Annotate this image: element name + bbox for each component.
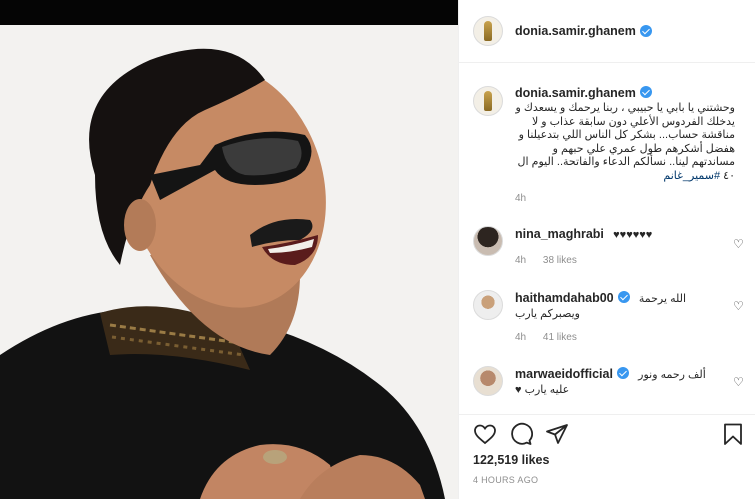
comment-text: ألف رحمه ونور bbox=[638, 369, 706, 381]
comment-like-icon[interactable]: ♡ bbox=[733, 300, 745, 312]
comment-likes[interactable]: 41 likes bbox=[543, 332, 577, 343]
comment-time: 4h bbox=[515, 332, 527, 343]
comment-row: nina_maghrabi ♥♥♥♥♥♥ 4h 38 likes ♡ bbox=[473, 226, 745, 276]
author-avatar[interactable] bbox=[473, 16, 503, 46]
comments-feed[interactable]: donia.samir.ghanem وحشتني يا بابي يا حبي… bbox=[459, 64, 755, 414]
save-bookmark-icon[interactable] bbox=[721, 422, 745, 446]
comment-like-icon[interactable]: ♡ bbox=[733, 238, 745, 250]
post-photo[interactable] bbox=[0, 0, 458, 499]
comment-username[interactable]: haithamdahab00 bbox=[515, 291, 614, 305]
caption-username[interactable]: donia.samir.ghanem bbox=[515, 86, 636, 100]
comment-text: الله يرحمة bbox=[638, 293, 687, 305]
comment-text-line2: ويصبركم يارب bbox=[515, 308, 580, 320]
likes-count[interactable]: 122,519 likes bbox=[473, 453, 549, 467]
comment-row: haithamdahab00 الله يرحمة ويصبركم يارب 4… bbox=[473, 290, 745, 352]
post-header: donia.samir.ghanem bbox=[459, 0, 755, 63]
share-icon[interactable] bbox=[545, 422, 569, 446]
comment-username[interactable]: nina_maghrabi bbox=[515, 227, 604, 241]
commenter-avatar[interactable] bbox=[473, 226, 503, 256]
comment-like-icon[interactable]: ♡ bbox=[733, 376, 745, 388]
comment-icon[interactable] bbox=[509, 422, 533, 446]
author-username[interactable]: donia.samir.ghanem bbox=[515, 24, 636, 38]
verified-badge-icon bbox=[639, 86, 652, 98]
post-sidebar: donia.samir.ghanem donia.samir.ghanem وح… bbox=[458, 0, 755, 499]
caption-meta: 4h bbox=[515, 193, 735, 204]
commenter-avatar[interactable] bbox=[473, 366, 503, 396]
comment-meta: 4h 41 likes bbox=[515, 332, 735, 343]
author-avatar-small[interactable] bbox=[473, 86, 503, 116]
comment-likes[interactable]: 38 likes bbox=[543, 255, 577, 266]
portrait-illustration bbox=[0, 25, 458, 499]
comment-meta: 4h 38 likes bbox=[515, 255, 735, 266]
verified-badge-icon bbox=[616, 367, 629, 379]
caption-time: 4h bbox=[515, 193, 527, 204]
caption-block: donia.samir.ghanem وحشتني يا بابي يا حبي… bbox=[473, 86, 743, 216]
photo-top-bar bbox=[0, 0, 458, 25]
caption-hashtag[interactable]: #سمير_غانم bbox=[663, 170, 720, 182]
verified-badge-icon bbox=[639, 25, 652, 37]
comment-text-line2: عليه يارب ♥ bbox=[515, 384, 570, 396]
comment-time: 4h bbox=[515, 255, 527, 266]
commenter-avatar[interactable] bbox=[473, 290, 503, 320]
comment-row: marwaeidofficial ألف رحمه ونور عليه يارب… bbox=[473, 366, 745, 414]
comment-username[interactable]: marwaeidofficial bbox=[515, 367, 613, 381]
verified-badge-icon bbox=[617, 291, 630, 303]
caption-text: وحشتني يا بابي يا حبيبي ، ربنا يرحمك و ي… bbox=[515, 102, 736, 183]
post-actions: 122,519 likes 4 HOURS AGO bbox=[459, 414, 755, 499]
post-timestamp[interactable]: 4 HOURS AGO bbox=[473, 475, 538, 485]
comment-text: ♥♥♥♥♥♥ bbox=[613, 229, 653, 241]
like-icon[interactable] bbox=[473, 422, 497, 446]
